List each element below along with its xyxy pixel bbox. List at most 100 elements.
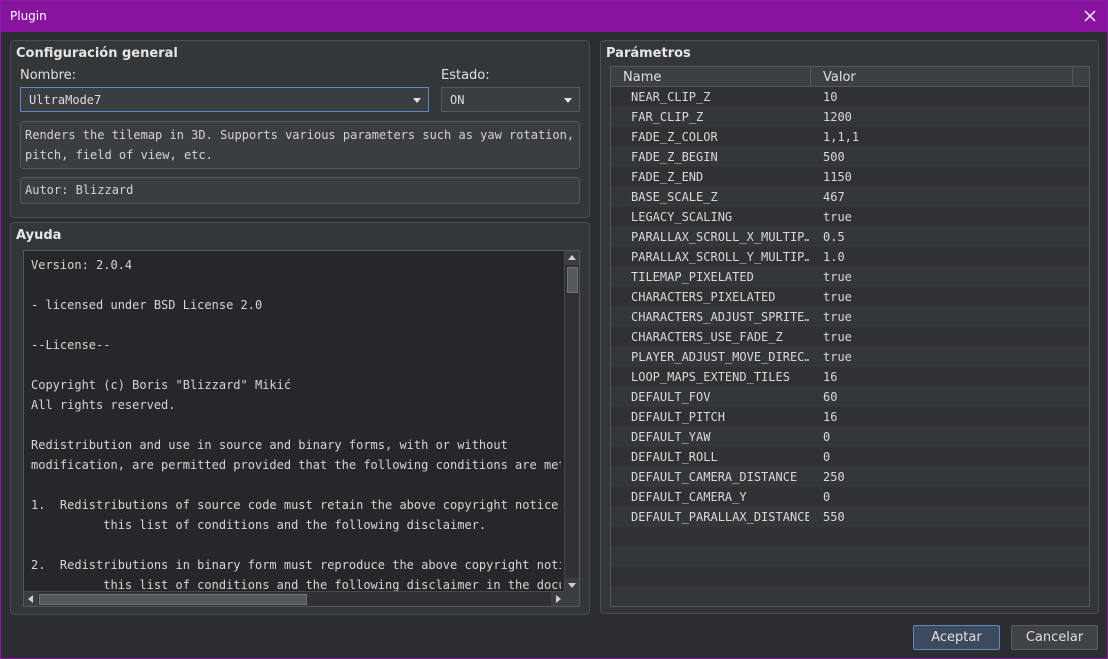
param-value: true: [823, 290, 852, 304]
description-text: Renders the tilemap in 3D. Supports vari…: [25, 128, 575, 162]
param-name: FADE_Z_BEGIN: [631, 150, 718, 164]
param-value: 550: [823, 510, 845, 524]
window-title: Plugin: [10, 9, 47, 23]
param-value: 1,1,1: [823, 130, 860, 144]
table-row[interactable]: BASE_SCALE_Z 467: [611, 187, 1089, 207]
table-row[interactable]: LOOP_MAPS_EXTEND_TILES 16: [611, 367, 1089, 387]
table-row[interactable]: NEAR_CLIP_Z 10: [611, 87, 1089, 107]
table-row[interactable]: PARALLAX_SCROLL_X_MULTIP… 0.5: [611, 227, 1089, 247]
column-header-value[interactable]: Valor: [811, 67, 1073, 87]
status-select[interactable]: ON: [441, 87, 580, 112]
param-name: DEFAULT_PITCH: [631, 410, 725, 424]
scroll-left-button[interactable]: [24, 592, 38, 606]
scroll-right-button[interactable]: [551, 592, 565, 606]
table-row[interactable]: LEGACY_SCALING true: [611, 207, 1089, 227]
author-box: Autor: Blizzard: [20, 177, 580, 204]
table-row[interactable]: DEFAULT_PARALLAX_DISTANCE 550: [611, 507, 1089, 527]
param-value: true: [823, 270, 852, 284]
chevron-down-icon: [564, 98, 572, 103]
table-row[interactable]: DEFAULT_FOV 60: [611, 387, 1089, 407]
param-name: NEAR_CLIP_Z: [631, 90, 711, 104]
table-row[interactable]: CHARACTERS_ADJUST_SPRITE… true: [611, 307, 1089, 327]
empty-row: [611, 567, 1089, 587]
cancel-button[interactable]: Cancelar: [1011, 625, 1098, 650]
param-value: 0.5: [823, 230, 845, 244]
scroll-corner: [564, 591, 579, 606]
table-row[interactable]: DEFAULT_ROLL 0: [611, 447, 1089, 467]
param-value: 60: [823, 390, 838, 404]
param-name: DEFAULT_YAW: [631, 430, 711, 444]
plugin-name-value: UltraMode7: [29, 93, 102, 107]
param-name: LOOP_MAPS_EXTEND_TILES: [631, 370, 790, 384]
param-name: CHARACTERS_ADJUST_SPRITE…: [631, 310, 809, 324]
table-row[interactable]: DEFAULT_YAW 0: [611, 427, 1089, 447]
status-label: Estado:: [441, 68, 490, 83]
param-name: DEFAULT_ROLL: [631, 450, 718, 464]
table-row[interactable]: DEFAULT_CAMERA_Y 0: [611, 487, 1089, 507]
table-row[interactable]: FAR_CLIP_Z 1200: [611, 107, 1089, 127]
table-row[interactable]: PARALLAX_SCROLL_Y_MULTIP… 1.0: [611, 247, 1089, 267]
param-name: PARALLAX_SCROLL_X_MULTIP…: [631, 230, 809, 244]
param-name: DEFAULT_CAMERA_DISTANCE: [631, 470, 798, 484]
scroll-up-button[interactable]: [565, 251, 579, 265]
param-name: PARALLAX_SCROLL_Y_MULTIP…: [631, 250, 809, 264]
author-text: Autor: Blizzard: [25, 183, 134, 197]
table-row[interactable]: DEFAULT_PITCH 16: [611, 407, 1089, 427]
table-row[interactable]: TILEMAP_PIXELATED true: [611, 267, 1089, 287]
param-name: FADE_Z_COLOR: [631, 130, 718, 144]
parameters-panel: Parámetros Name Valor NEAR_CLIP_Z 10 FAR_C…: [600, 40, 1099, 614]
param-name: DEFAULT_FOV: [631, 390, 711, 404]
param-value: 1150: [823, 170, 852, 184]
param-value: 10: [823, 90, 838, 104]
table-row[interactable]: CHARACTERS_PIXELATED true: [611, 287, 1089, 307]
status-value: ON: [450, 93, 465, 107]
help-content: Version: 2.0.4 - licensed under BSD Lice…: [31, 258, 561, 591]
help-text-area[interactable]: Version: 2.0.4 - licensed under BSD Lice…: [23, 250, 580, 607]
help-title: Ayuda: [16, 228, 62, 243]
param-value: 1200: [823, 110, 852, 124]
general-config-panel: Configuración general Nombre: UltraMode7…: [10, 40, 590, 218]
param-value: 500: [823, 150, 845, 164]
param-value: true: [823, 210, 852, 224]
table-row[interactable]: PLAYER_ADJUST_MOVE_DIREC… true: [611, 347, 1089, 367]
scroll-thumb-vertical[interactable]: [567, 267, 578, 293]
empty-row: [611, 547, 1089, 567]
column-header-name[interactable]: Name: [611, 67, 811, 87]
help-panel: Ayuda Version: 2.0.4 - licensed under BS…: [10, 222, 590, 615]
param-name: DEFAULT_PARALLAX_DISTANCE: [631, 510, 809, 524]
scroll-down-button[interactable]: [565, 578, 579, 592]
scroll-thumb-horizontal[interactable]: [39, 594, 307, 605]
table-row[interactable]: DEFAULT_CAMERA_DISTANCE 250: [611, 467, 1089, 487]
close-icon[interactable]: [1079, 5, 1101, 27]
arrow-right-icon: [556, 595, 561, 603]
table-row[interactable]: CHARACTERS_USE_FADE_Z true: [611, 327, 1089, 347]
empty-row: [611, 527, 1089, 547]
param-name: FAR_CLIP_Z: [631, 110, 704, 124]
name-label: Nombre:: [20, 68, 77, 83]
table-header: Name Valor: [611, 67, 1089, 87]
help-horizontal-scrollbar[interactable]: [24, 591, 565, 606]
param-name: PLAYER_ADJUST_MOVE_DIREC…: [631, 350, 809, 364]
param-value: true: [823, 330, 852, 344]
general-config-title: Configuración general: [16, 46, 178, 61]
param-name: DEFAULT_CAMERA_Y: [631, 490, 747, 504]
chevron-down-icon: [413, 98, 421, 103]
param-value: 467: [823, 190, 845, 204]
title-bar: Plugin: [1, 1, 1107, 32]
help-vertical-scrollbar[interactable]: [564, 251, 579, 592]
table-row[interactable]: FADE_Z_COLOR 1,1,1: [611, 127, 1089, 147]
plugin-name-select[interactable]: UltraMode7: [20, 87, 429, 112]
description-box: Renders the tilemap in 3D. Supports vari…: [20, 121, 580, 169]
param-value: 0: [823, 490, 831, 504]
param-value: 16: [823, 410, 838, 424]
param-value: 250: [823, 470, 845, 484]
param-name: LEGACY_SCALING: [631, 210, 733, 224]
table-row[interactable]: FADE_Z_END 1150: [611, 167, 1089, 187]
param-name: CHARACTERS_USE_FADE_Z: [631, 330, 783, 344]
arrow-up-icon: [568, 255, 576, 260]
param-value: 1.0: [823, 250, 845, 264]
parameters-title: Parámetros: [606, 46, 691, 61]
accept-button[interactable]: Aceptar: [913, 625, 1000, 650]
table-row[interactable]: FADE_Z_BEGIN 500: [611, 147, 1089, 167]
arrow-down-icon: [568, 583, 576, 588]
